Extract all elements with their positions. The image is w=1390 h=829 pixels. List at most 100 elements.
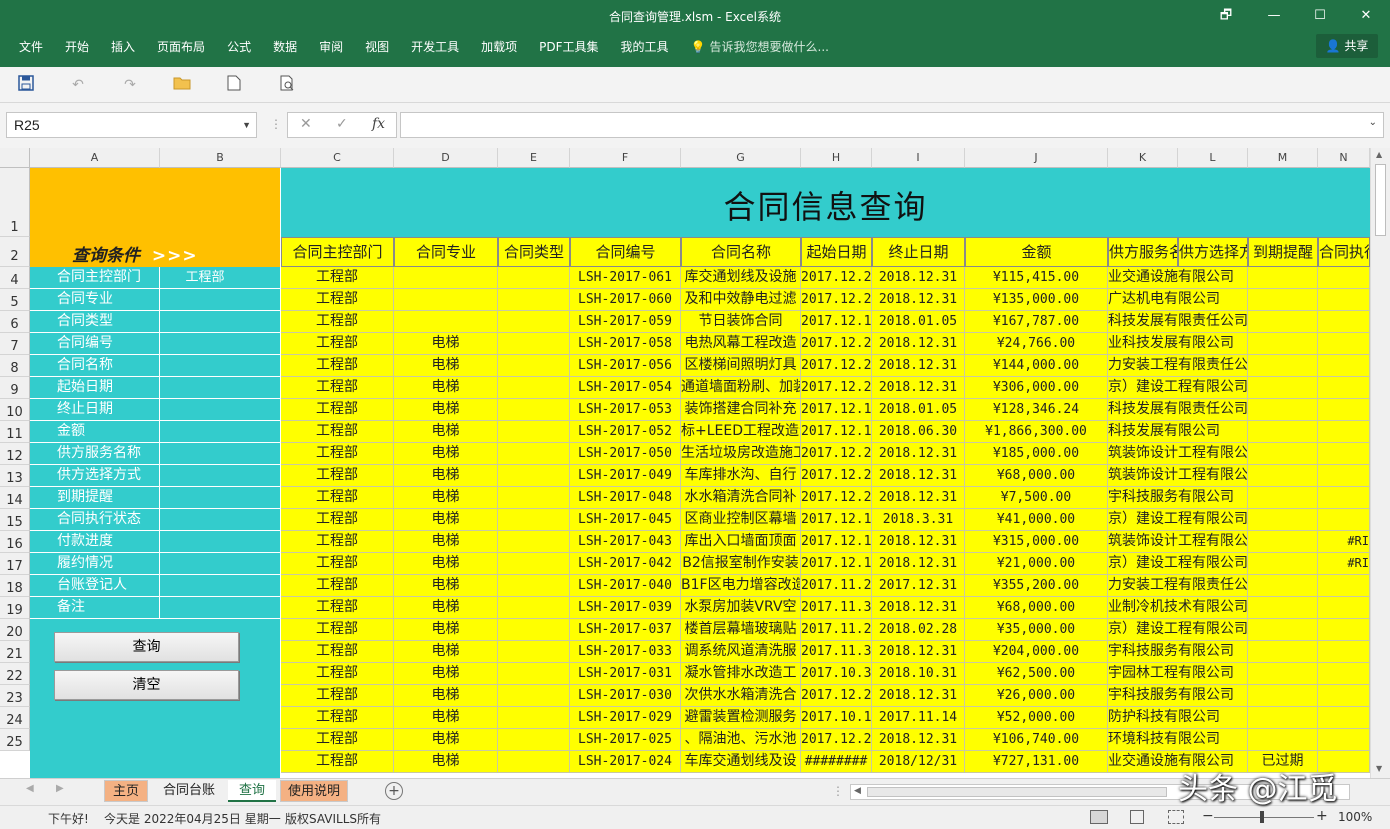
- table-cell[interactable]: 2018.01.05: [872, 399, 965, 421]
- table-cell[interactable]: [498, 267, 570, 289]
- table-cell[interactable]: ¥7,500.00: [965, 487, 1108, 509]
- table-cell[interactable]: [1318, 399, 1370, 421]
- table-cell[interactable]: 业制冷机技术有限公司: [1108, 597, 1248, 619]
- table-cell[interactable]: [1318, 685, 1370, 707]
- print-preview-icon[interactable]: [276, 75, 300, 95]
- table-cell[interactable]: 工程部: [281, 399, 394, 421]
- table-cell[interactable]: 调系统风道清洗服: [681, 641, 801, 663]
- table-cell[interactable]: 2018.12.31: [872, 465, 965, 487]
- table-cell[interactable]: ¥41,000.00: [965, 509, 1108, 531]
- condition-value-input[interactable]: [160, 597, 280, 619]
- table-cell[interactable]: 2017.12.2: [801, 443, 872, 465]
- new-document-icon[interactable]: [222, 75, 246, 95]
- table-cell[interactable]: [498, 641, 570, 663]
- table-cell[interactable]: 电梯: [394, 465, 498, 487]
- table-cell[interactable]: 京）建设工程有限公司: [1108, 553, 1248, 575]
- table-cell[interactable]: [1248, 663, 1318, 685]
- table-cell[interactable]: [498, 575, 570, 597]
- chevron-down-icon[interactable]: ▼: [242, 113, 251, 137]
- table-cell[interactable]: ¥135,000.00: [965, 289, 1108, 311]
- table-cell[interactable]: [1248, 421, 1318, 443]
- table-cell[interactable]: 防护科技有限公司: [1108, 707, 1248, 729]
- table-cell[interactable]: 工程部: [281, 663, 394, 685]
- table-cell[interactable]: 筑装饰设计工程有限公司: [1108, 531, 1248, 553]
- zoom-slider[interactable]: [1214, 817, 1314, 818]
- table-cell[interactable]: [498, 597, 570, 619]
- sheet-tab-ledger[interactable]: 合同台账: [153, 780, 225, 802]
- add-sheet-icon[interactable]: +: [385, 782, 403, 800]
- table-cell[interactable]: 工程部: [281, 553, 394, 575]
- column-header[interactable]: E: [498, 148, 570, 168]
- table-cell[interactable]: [1248, 531, 1318, 553]
- row-header[interactable]: 6: [0, 311, 30, 333]
- table-cell[interactable]: 宇科技服务有限公司: [1108, 641, 1248, 663]
- table-cell[interactable]: 科技发展有限公司: [1108, 421, 1248, 443]
- splitter-handle[interactable]: ⋮: [270, 117, 282, 131]
- table-cell[interactable]: [394, 311, 498, 333]
- table-cell[interactable]: 电梯: [394, 707, 498, 729]
- table-cell[interactable]: 工程部: [281, 355, 394, 377]
- redo-icon[interactable]: ↷: [118, 75, 142, 95]
- table-cell[interactable]: LSH-2017-031: [570, 663, 681, 685]
- table-cell[interactable]: 2018.12.31: [872, 333, 965, 355]
- table-cell[interactable]: [1318, 355, 1370, 377]
- table-cell[interactable]: 2017.11.2: [801, 575, 872, 597]
- undo-icon[interactable]: ↶: [66, 75, 90, 95]
- table-cell[interactable]: 2017.12.1: [801, 509, 872, 531]
- table-cell[interactable]: ¥355,200.00: [965, 575, 1108, 597]
- table-cell[interactable]: #RI: [1318, 553, 1370, 575]
- table-cell[interactable]: [498, 465, 570, 487]
- column-header[interactable]: J: [965, 148, 1108, 168]
- table-cell[interactable]: [1318, 729, 1370, 751]
- cancel-icon[interactable]: ✕: [300, 116, 312, 132]
- row-header[interactable]: 8: [0, 355, 30, 377]
- table-cell[interactable]: 工程部: [281, 289, 394, 311]
- table-cell[interactable]: LSH-2017-061: [570, 267, 681, 289]
- table-cell[interactable]: [1318, 509, 1370, 531]
- column-header[interactable]: N: [1318, 148, 1370, 168]
- table-cell[interactable]: ¥68,000.00: [965, 465, 1108, 487]
- table-cell[interactable]: [498, 729, 570, 751]
- table-cell[interactable]: [1318, 619, 1370, 641]
- table-cell[interactable]: 2017.12.31: [872, 575, 965, 597]
- table-cell[interactable]: 工程部: [281, 487, 394, 509]
- table-cell[interactable]: 电梯: [394, 575, 498, 597]
- condition-value-input[interactable]: [160, 465, 280, 487]
- table-cell[interactable]: [498, 311, 570, 333]
- row-header[interactable]: 1: [0, 168, 30, 237]
- table-cell[interactable]: 水泵房加装VRV空: [681, 597, 801, 619]
- condition-value-input[interactable]: [160, 311, 280, 333]
- table-cell[interactable]: 业交通设施有限公司: [1108, 267, 1248, 289]
- sheet-tab-instructions[interactable]: 使用说明: [280, 780, 348, 802]
- table-cell[interactable]: LSH-2017-050: [570, 443, 681, 465]
- table-cell[interactable]: [1248, 443, 1318, 465]
- table-cell[interactable]: 科技发展有限责任公司: [1108, 399, 1248, 421]
- table-cell[interactable]: 工程部: [281, 509, 394, 531]
- table-cell[interactable]: ¥1,866,300.00: [965, 421, 1108, 443]
- table-cell[interactable]: [1318, 421, 1370, 443]
- table-cell[interactable]: [1248, 289, 1318, 311]
- table-cell[interactable]: 工程部: [281, 465, 394, 487]
- row-header[interactable]: 7: [0, 333, 30, 355]
- condition-value-input[interactable]: [160, 355, 280, 377]
- table-cell[interactable]: 2017.12.2: [801, 267, 872, 289]
- column-header[interactable]: B: [160, 148, 281, 168]
- condition-value-input[interactable]: [160, 575, 280, 597]
- table-cell[interactable]: ¥727,131.00: [965, 751, 1108, 773]
- table-cell[interactable]: 工程部: [281, 575, 394, 597]
- table-cell[interactable]: 2018.12.31: [872, 597, 965, 619]
- table-cell[interactable]: 电梯: [394, 509, 498, 531]
- table-cell[interactable]: ¥315,000.00: [965, 531, 1108, 553]
- table-cell[interactable]: 科技发展有限责任公司: [1108, 311, 1248, 333]
- tab-scroll-left-icon[interactable]: ◀: [26, 783, 34, 794]
- tab-pdf-tools[interactable]: PDF工具集: [528, 37, 609, 57]
- scroll-left-icon[interactable]: ◀: [854, 786, 861, 796]
- table-cell[interactable]: 电梯: [394, 553, 498, 575]
- zoom-level[interactable]: 100%: [1338, 810, 1372, 824]
- row-header[interactable]: 12: [0, 443, 30, 465]
- row-header[interactable]: 14: [0, 487, 30, 509]
- table-cell[interactable]: ¥306,000.00: [965, 377, 1108, 399]
- table-cell[interactable]: ¥21,000.00: [965, 553, 1108, 575]
- table-cell[interactable]: LSH-2017-058: [570, 333, 681, 355]
- table-cell[interactable]: [1318, 311, 1370, 333]
